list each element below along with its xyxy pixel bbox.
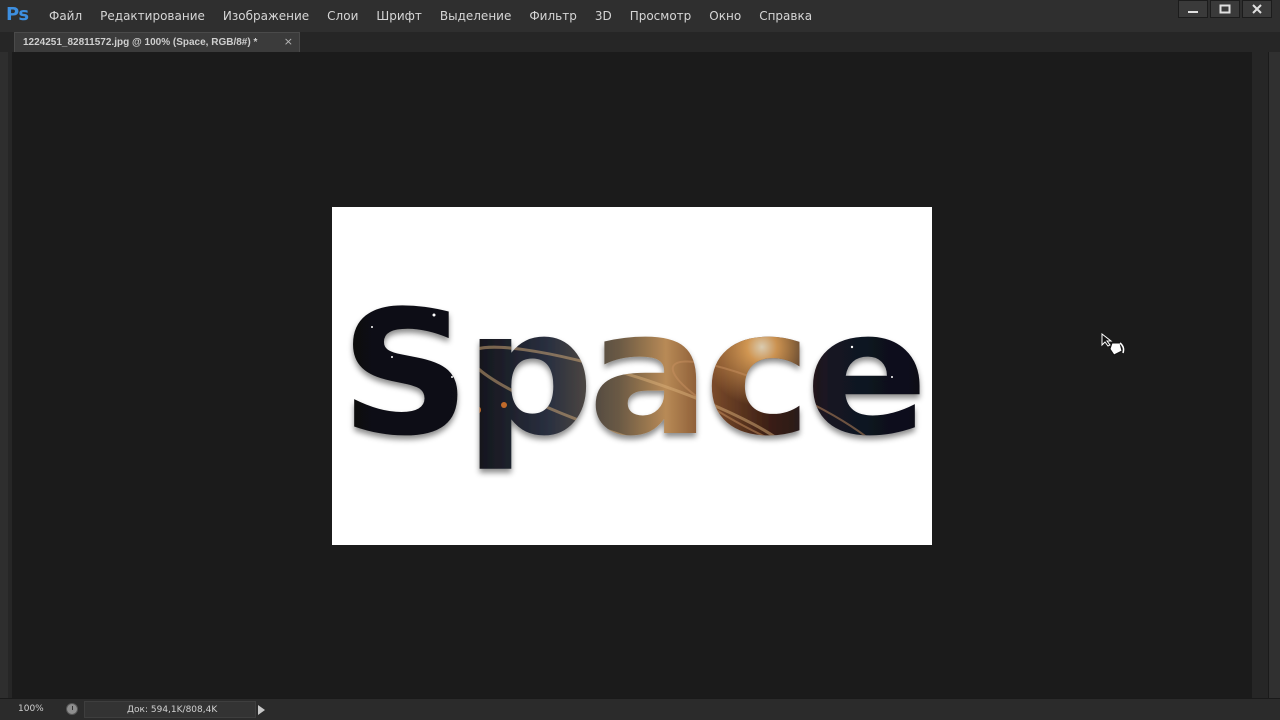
vertical-scrollbar[interactable] [1268,52,1280,698]
document-tab-bar: 1224251_82811572.jpg @ 100% (Space, RGB/… [0,32,1280,52]
close-button[interactable] [1242,0,1272,18]
document-tab-title: 1224251_82811572.jpg @ 100% (Space, RGB/… [23,37,258,48]
maximize-button[interactable] [1210,0,1240,18]
menu-file[interactable]: Файл [40,0,91,32]
menu-3d[interactable]: 3D [586,0,621,32]
left-panel-edge [0,52,8,720]
photoshop-logo: Ps [6,4,29,25]
tab-close-icon[interactable]: × [284,36,293,48]
menu-layers[interactable]: Слои [318,0,367,32]
space-text: Space [340,273,922,474]
window-controls [1176,0,1272,18]
menu-view[interactable]: Просмотр [621,0,701,32]
menu-edit[interactable]: Редактирование [91,0,214,32]
paint-bucket-cursor-icon [1101,333,1125,356]
minimize-icon [1188,11,1198,13]
menu-image[interactable]: Изображение [214,0,318,32]
minimize-button[interactable] [1178,0,1208,18]
clock-icon [66,703,78,715]
status-menu-arrow-icon[interactable] [258,705,265,715]
menu-help[interactable]: Справка [750,0,821,32]
menu-window[interactable]: Окно [700,0,750,32]
menu-filter[interactable]: Фильтр [520,0,585,32]
menu-bar: Ps Файл Редактирование Изображение Слои … [0,0,1280,32]
maximize-icon [1219,4,1231,14]
zoom-level-field[interactable]: 100% [18,699,64,720]
doc-size-text: Док: 594,1K/808,4K [127,705,218,715]
menu-select[interactable]: Выделение [431,0,520,32]
status-bar: 100% Док: 594,1K/808,4K [0,698,1280,720]
menu-type[interactable]: Шрифт [367,0,431,32]
document-canvas[interactable]: Space Space [332,207,932,545]
close-icon [1252,4,1262,14]
doc-size-box: Док: 594,1K/808,4K [84,701,256,718]
space-text-layer: Space Space [340,273,928,474]
document-tab[interactable]: 1224251_82811572.jpg @ 100% (Space, RGB/… [14,32,300,52]
menu-items: Файл Редактирование Изображение Слои Шри… [40,0,821,32]
